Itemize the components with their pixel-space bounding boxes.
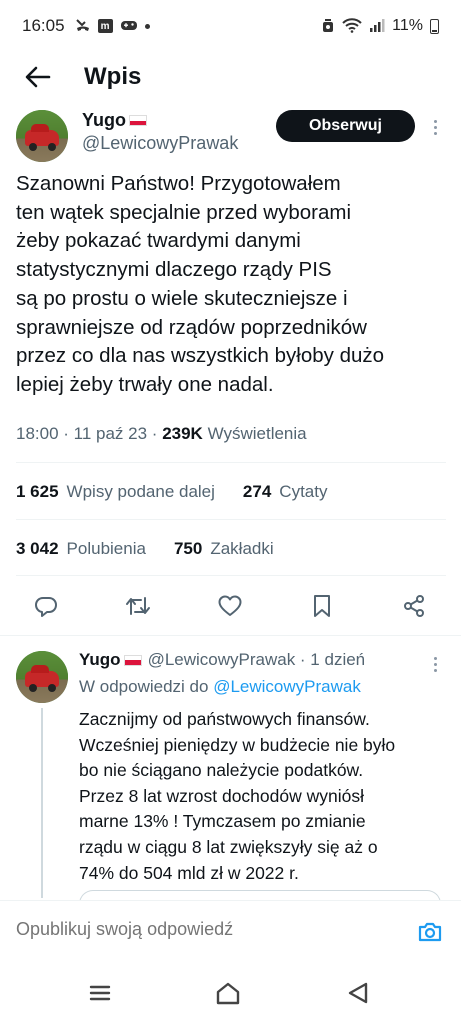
divider — [0, 635, 461, 636]
app-notification-icon: m — [97, 19, 113, 33]
camera-button[interactable] — [414, 916, 446, 948]
wifi-icon — [342, 17, 362, 35]
reply-header[interactable]: Yugo @LewicowyPrawak · 1 dzień — [79, 650, 365, 670]
status-time: 16:05 — [22, 16, 65, 35]
reposts-label: Wpisy podane dalej — [66, 482, 215, 501]
repost-button[interactable] — [118, 588, 158, 624]
top-app-bar: Wpis — [0, 52, 461, 102]
back-nav-button[interactable] — [338, 976, 378, 1010]
share-button[interactable] — [394, 588, 434, 624]
reply-to-mention[interactable]: @LewicowyPrawak — [213, 677, 361, 696]
share-icon — [404, 595, 424, 617]
home-button[interactable] — [208, 976, 248, 1010]
views-count: 239K — [162, 424, 203, 443]
battery-icon — [430, 18, 439, 34]
tweet-text: Szanowni Państwo! Przygotowałem ten wąte… — [16, 172, 385, 396]
avatar-image — [16, 651, 68, 703]
reply-icon — [35, 597, 57, 617]
likes-stat[interactable]: 3 042 Polubienia — [16, 539, 146, 559]
home-icon — [216, 982, 240, 1005]
bookmark-icon — [314, 595, 330, 617]
bookmark-button[interactable] — [302, 588, 342, 624]
views-label: Wyświetlenia — [207, 424, 307, 443]
more-notifications-dot — [144, 23, 150, 29]
reply-text: Zacznijmy od państwowych finansów. Wcześ… — [79, 709, 396, 883]
stats-row-likes: 3 042 Polubienia 750 Zakładki — [16, 539, 274, 559]
tweet-actions — [0, 588, 461, 624]
compose-bar — [0, 900, 461, 962]
status-bar: 16:05 m 11% — [0, 0, 461, 52]
author-handle[interactable]: @LewicowyPrawak — [82, 133, 238, 154]
back-triangle-icon — [348, 982, 368, 1004]
avatar-image — [16, 110, 68, 162]
divider — [16, 575, 446, 576]
reply-author-avatar[interactable] — [16, 651, 68, 703]
reply-to-line: W odpowiedzi do @LewicowyPrawak — [79, 677, 361, 697]
reply-more-options-icon[interactable] — [425, 651, 445, 677]
thread-line — [41, 708, 43, 898]
reposts-stat[interactable]: 1 625 Wpisy podane dalej — [16, 482, 215, 502]
author-display-name[interactable]: Yugo — [82, 110, 126, 131]
bookmarks-stat[interactable]: 750 Zakładki — [174, 539, 274, 559]
camera-icon — [418, 922, 442, 942]
missed-call-icon — [75, 17, 91, 35]
system-nav-bar — [0, 962, 461, 1024]
back-arrow-icon — [25, 66, 51, 88]
quotes-label: Cytaty — [279, 482, 328, 501]
poland-flag-icon — [123, 654, 142, 666]
stats-row-shares: 1 625 Wpisy podane dalej 274 Cytaty — [16, 482, 327, 502]
author-avatar[interactable] — [16, 110, 68, 162]
repost-icon — [126, 597, 150, 615]
more-options-icon[interactable] — [425, 114, 445, 140]
likes-label: Polubienia — [66, 539, 146, 558]
reply-input[interactable] — [16, 919, 396, 940]
divider — [16, 519, 446, 520]
tweet-meta: 18:00 · 11 paź 23 · 239K Wyświetlenia — [16, 424, 307, 444]
reply-meta: @LewicowyPrawak · 1 dzień — [147, 650, 366, 669]
recent-apps-button[interactable] — [80, 976, 120, 1010]
bookmarks-count: 750 — [173, 539, 203, 558]
quotes-count: 274 — [242, 482, 272, 501]
likes-count: 3 042 — [16, 539, 59, 558]
signal-icon — [369, 18, 385, 35]
reply-display-name[interactable]: Yugo — [79, 650, 121, 670]
follow-button[interactable]: Obserwuj — [276, 110, 415, 142]
recent-apps-icon — [89, 985, 111, 1001]
reply-button[interactable] — [26, 588, 66, 624]
like-button[interactable] — [210, 588, 250, 624]
back-button[interactable] — [8, 55, 68, 99]
page-title: Wpis — [84, 63, 142, 90]
alarm-icon — [321, 18, 335, 35]
battery-percent: 11% — [392, 17, 423, 34]
reply-to-prefix: W odpowiedzi do — [79, 677, 209, 696]
quotes-stat[interactable]: 274 Cytaty — [243, 482, 328, 502]
heart-icon — [218, 595, 242, 616]
author-name-row[interactable]: Yugo — [82, 110, 147, 131]
reposts-count: 1 625 — [16, 482, 59, 501]
tweet-timestamp[interactable]: 18:00 · 11 paź 23 · — [16, 424, 157, 443]
poland-flag-icon — [129, 115, 147, 126]
gamepad-icon — [120, 18, 138, 34]
system-icons: 11% — [321, 17, 439, 35]
bookmarks-label: Zakładki — [210, 539, 274, 558]
divider — [16, 462, 446, 463]
notification-icons: m — [75, 17, 150, 35]
